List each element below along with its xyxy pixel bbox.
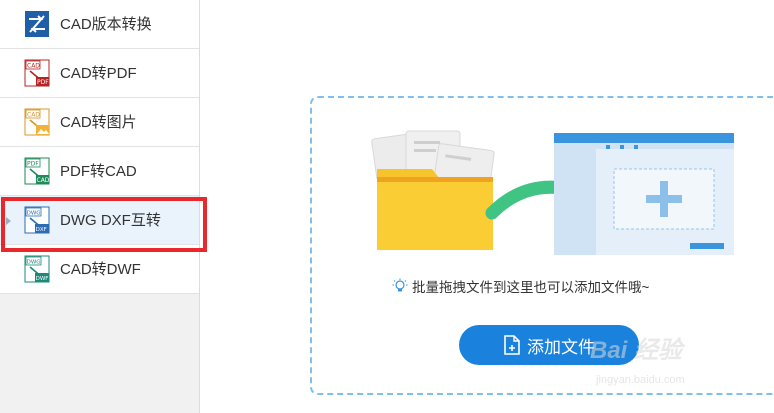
add-file-icon <box>504 335 520 355</box>
add-file-button[interactable]: 添加文件 <box>459 325 639 365</box>
pdf-to-cad-icon: PDF CAD <box>24 157 50 185</box>
lightbulb-icon <box>392 278 408 292</box>
svg-text:DXF: DXF <box>36 227 47 233</box>
conversion-menu: CAD版本转换 CAD PDF CAD转PDF CAD CAD转图片 PDF C… <box>0 0 199 294</box>
active-indicator-icon <box>6 217 11 225</box>
svg-text:DWF: DWF <box>36 276 49 282</box>
sidebar-item-cad-to-pdf[interactable]: CAD PDF CAD转PDF <box>0 49 199 98</box>
svg-text:DWG: DWG <box>27 260 41 266</box>
sidebar-item-cad-version-convert[interactable]: CAD版本转换 <box>0 0 199 49</box>
add-file-button-label: 添加文件 <box>527 337 595 357</box>
sidebar: CAD版本转换 CAD PDF CAD转PDF CAD CAD转图片 PDF C… <box>0 0 200 413</box>
sidebar-item-cad-to-image[interactable]: CAD CAD转图片 <box>0 98 199 147</box>
svg-text:CAD: CAD <box>27 112 40 119</box>
svg-text:PDF: PDF <box>37 79 49 86</box>
drag-drop-illustration <box>371 130 734 255</box>
sidebar-item-label: CAD版本转换 <box>60 16 152 33</box>
folder-icon <box>371 130 495 250</box>
sidebar-item-label: CAD转图片 <box>60 114 137 131</box>
sidebar-item-pdf-to-cad[interactable]: PDF CAD PDF转CAD <box>0 147 199 196</box>
sidebar-item-label: CAD转PDF <box>60 65 137 82</box>
sidebar-item-cad-to-dwf[interactable]: DWG DWF CAD转DWF <box>0 245 199 294</box>
sidebar-item-label: DWG DXF互转 <box>60 212 161 229</box>
cad-version-convert-icon <box>25 11 49 37</box>
sidebar-item-dwg-dxf-convert[interactable]: DWG DXF DWG DXF互转 <box>0 196 199 245</box>
sidebar-item-label: CAD转DWF <box>60 261 141 278</box>
dwg-dxf-convert-icon: DWG DXF <box>24 206 50 234</box>
svg-text:CAD: CAD <box>37 177 50 184</box>
app-window-icon <box>554 133 734 255</box>
svg-text:PDF: PDF <box>27 161 39 168</box>
cad-to-pdf-icon: CAD PDF <box>24 59 50 87</box>
svg-text:DWG: DWG <box>27 211 41 217</box>
svg-text:CAD: CAD <box>27 63 40 70</box>
drag-hint: 批量拖拽文件到这里也可以添加文件哦~ <box>392 277 649 295</box>
cad-to-image-icon: CAD <box>24 108 50 136</box>
drag-hint-text: 批量拖拽文件到这里也可以添加文件哦~ <box>412 280 650 295</box>
cad-to-dwf-icon: DWG DWF <box>24 255 50 283</box>
sidebar-item-label: PDF转CAD <box>60 163 137 180</box>
